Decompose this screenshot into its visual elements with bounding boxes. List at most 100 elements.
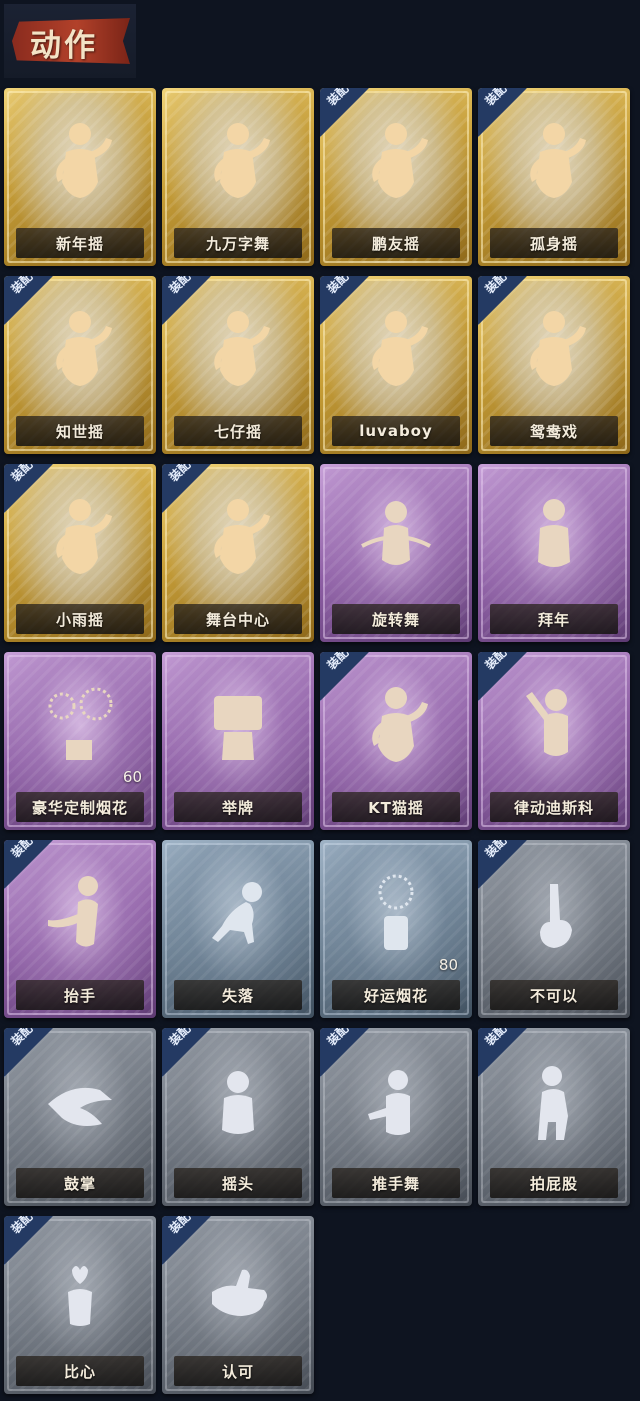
action-card[interactable]: 装配不可以 [478,840,630,1018]
equipped-badge: 装配 [478,1028,538,1088]
equipped-badge-label: 装配 [8,1216,36,1237]
dance-figure-icon [162,106,314,214]
equipped-badge-label: 装配 [482,276,510,297]
equipped-badge: 装配 [162,276,222,336]
fireworks-box-icon [4,670,156,778]
action-card[interactable]: 装配比心 [4,1216,156,1394]
action-card[interactable]: 装配抬手 [4,840,156,1018]
equipped-badge-label: 装配 [8,840,36,861]
equipped-badge: 装配 [4,464,64,524]
card-label-bar: 抬手 [16,980,144,1010]
card-label-bar: luvaboy [332,416,460,446]
equipped-badge: 装配 [320,88,380,148]
card-label-bar: 拍屁股 [490,1168,618,1198]
card-label-bar: 比心 [16,1356,144,1386]
greeting-figure-icon [478,482,630,590]
action-name: luvaboy [359,422,433,440]
action-name: 拜年 [537,610,570,629]
card-label-bar: 新年摇 [16,228,144,258]
equipped-badge: 装配 [320,276,380,336]
equipped-badge: 装配 [4,1216,64,1276]
equipped-badge: 装配 [320,652,380,712]
action-grid: 新年摇 九万字舞 装配 鹏友摇 装配 孤身摇 装配 知世摇 装配 七仔摇 装配 luvaboy 装配 鸳鸯… [4,88,630,1394]
action-card[interactable]: 60 豪华定制烟花 [4,652,156,830]
equipped-badge-label: 装配 [166,276,194,297]
equipped-badge: 装配 [478,840,538,900]
equipped-badge: 装配 [320,1028,380,1088]
action-card[interactable]: 失落 [162,840,314,1018]
card-label-bar: 好运烟花 [332,980,460,1010]
action-card[interactable]: 九万字舞 [162,88,314,266]
card-label-bar: 知世摇 [16,416,144,446]
crawling-figure-icon [162,858,314,966]
action-card[interactable]: 装配 摇头 [162,1028,314,1206]
action-name: 不可以 [529,986,578,1005]
card-label-bar: 九万字舞 [174,228,302,258]
card-label-bar: 失落 [174,980,302,1010]
action-name: 鹏友摇 [371,234,420,253]
card-label-bar: 认可 [174,1356,302,1386]
action-name: 抬手 [63,986,96,1005]
card-label-bar: KT猫摇 [332,792,460,822]
card-label-bar: 鸳鸯戏 [490,416,618,446]
equipped-badge-label: 装配 [324,88,352,109]
action-name: 认可 [221,1362,254,1381]
card-label-bar: 举牌 [174,792,302,822]
equipped-badge: 装配 [478,88,538,148]
equipped-badge-label: 装配 [324,652,352,673]
action-name: 小雨摇 [55,610,104,629]
card-label-bar: 鹏友摇 [332,228,460,258]
action-card[interactable]: 装配 KT猫摇 [320,652,472,830]
card-label-bar: 豪华定制烟花 [16,792,144,822]
action-card[interactable]: 举牌 [162,652,314,830]
equipped-badge-label: 装配 [8,276,36,297]
action-name: 律动迪斯科 [513,798,594,817]
action-card[interactable]: 装配 luvaboy [320,276,472,454]
action-name: 旋转舞 [371,610,420,629]
action-card[interactable]: 装配鸳鸯戏 [478,276,630,454]
action-card[interactable]: 新年摇 [4,88,156,266]
card-label-bar: 律动迪斯科 [490,792,618,822]
action-name: 鸳鸯戏 [529,422,578,441]
action-card[interactable]: 旋转舞 [320,464,472,642]
equipped-badge: 装配 [4,1028,64,1088]
action-name: 新年摇 [55,234,104,253]
equipped-badge-label: 装配 [482,88,510,109]
equipped-badge-label: 装配 [482,652,510,673]
sign-holding-figure-icon [162,670,314,778]
action-name: 推手舞 [371,1174,420,1193]
equipped-badge: 装配 [4,276,64,336]
equipped-badge: 装配 [162,1216,222,1276]
action-card[interactable]: 80 好运烟花 [320,840,472,1018]
spin-figure-icon [320,482,472,590]
action-card[interactable]: 装配推手舞 [320,1028,472,1206]
action-name: 好运烟花 [363,986,428,1005]
action-name: 九万字舞 [205,234,270,253]
action-name: 失落 [221,986,254,1005]
equipped-badge-label: 装配 [166,1028,194,1049]
action-card[interactable]: 装配律动迪斯科 [478,652,630,830]
action-card[interactable]: 装配 孤身摇 [478,88,630,266]
action-name: 豪华定制烟花 [31,798,128,817]
action-card[interactable]: 装配认可 [162,1216,314,1394]
equipped-badge: 装配 [478,652,538,712]
action-card[interactable]: 拜年 [478,464,630,642]
card-label-bar: 小雨摇 [16,604,144,634]
action-card[interactable]: 装配拍屁股 [478,1028,630,1206]
action-card[interactable]: 装配鹏友摇 [320,88,472,266]
item-count: 60 [122,768,142,786]
action-card[interactable]: 装配 七仔摇 [162,276,314,454]
action-card[interactable]: 装配知世摇 [4,276,156,454]
action-card[interactable]: 装配小雨摇 [4,464,156,642]
action-name: 鼓掌 [63,1174,96,1193]
equipped-badge: 装配 [162,1028,222,1088]
equipped-badge: 装配 [478,276,538,336]
action-name: 知世摇 [55,422,104,441]
dance-figure-icon [4,106,156,214]
card-label-bar: 推手舞 [332,1168,460,1198]
firework-can-icon [320,858,472,966]
section-header: 动作 [4,4,136,78]
action-name: 拍屁股 [529,1174,578,1193]
action-card[interactable]: 装配 舞台中心 [162,464,314,642]
action-card[interactable]: 装配鼓掌 [4,1028,156,1206]
